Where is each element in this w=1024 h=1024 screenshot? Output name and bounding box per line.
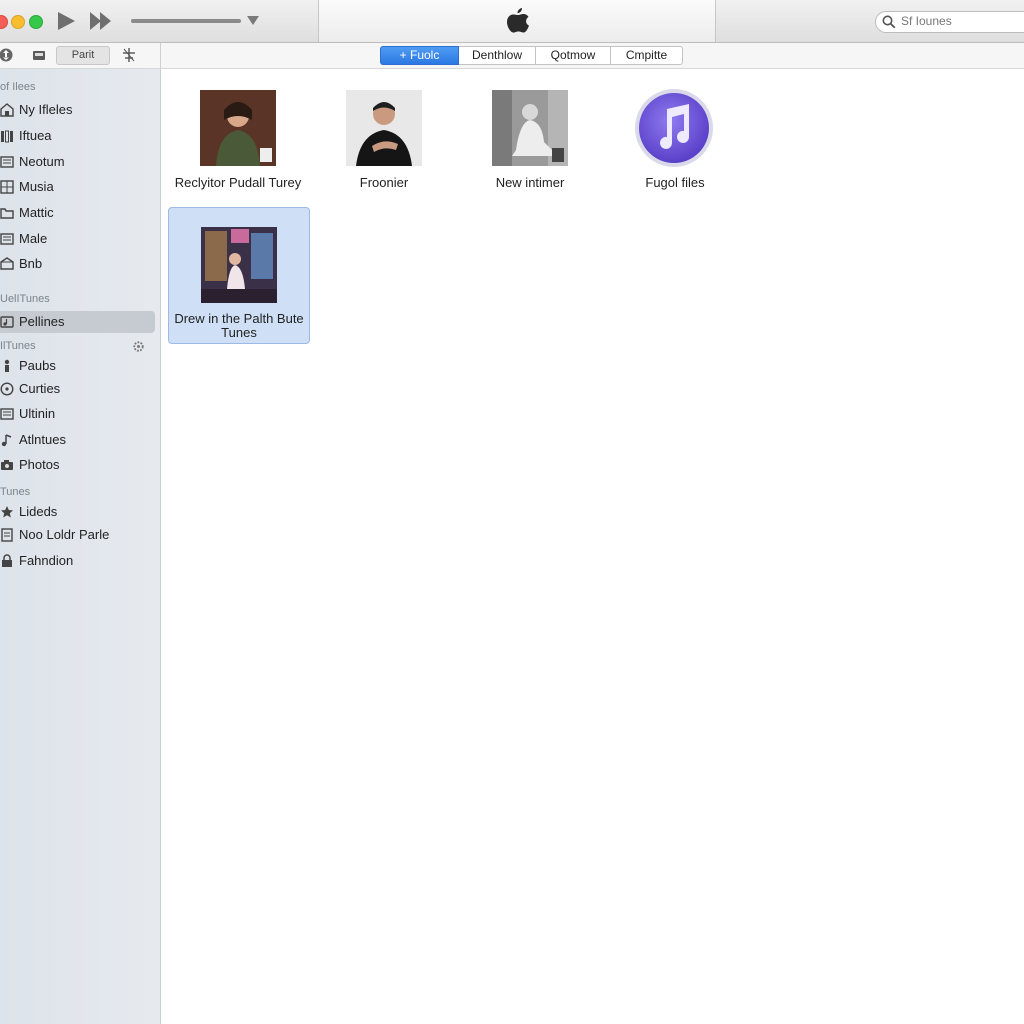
album-artwork <box>346 90 422 166</box>
album-tile[interactable]: Fugol files <box>605 89 745 200</box>
apple-logo-icon <box>507 8 529 33</box>
album-tile[interactable]: New intimer <box>460 90 600 200</box>
sidebar-item[interactable]: Fahndion <box>0 550 155 572</box>
volume-knob[interactable] <box>247 16 259 25</box>
star-icon <box>1 506 13 518</box>
disc-icon <box>0 382 14 396</box>
sidebar-item[interactable]: Ultinin <box>0 403 155 425</box>
sidebar-item[interactable]: Curties <box>0 378 155 400</box>
zoom-window-button[interactable] <box>29 15 43 29</box>
sidebar-item-label: Atlntues <box>19 432 66 447</box>
album-artwork <box>201 227 277 303</box>
now-playing-display <box>318 0 716 42</box>
sidebar-toolbar: Parit <box>0 43 161 68</box>
title-bar <box>0 0 1024 43</box>
sidebar-item[interactable]: Atlntues <box>0 429 155 451</box>
lock-icon <box>2 554 12 567</box>
search-field[interactable] <box>875 11 1024 33</box>
sidebar-item-label: Neotum <box>19 154 65 169</box>
sidebar-item-label: Pellines <box>19 314 65 329</box>
search-input[interactable] <box>901 13 1021 29</box>
tab-cmpitte[interactable]: Cmpitte <box>611 46 683 65</box>
tab-music[interactable]: + Fuolc <box>380 46 459 65</box>
fast-forward-icon[interactable] <box>90 12 112 30</box>
sidebar-item-label: Ultinin <box>19 406 56 421</box>
album-tile[interactable]: Reclyitor Pudall Turey <box>168 90 308 200</box>
sidebar-item[interactable]: Musia <box>0 176 155 198</box>
display-icon[interactable] <box>31 47 47 63</box>
folder-icon <box>0 208 14 219</box>
list-icon <box>0 233 14 245</box>
library-icon <box>0 103 14 117</box>
sidebar-item-label: Fahndion <box>19 553 74 568</box>
close-window-button[interactable] <box>0 15 8 29</box>
shelf-icon <box>1 130 13 143</box>
grid-icon <box>0 180 14 194</box>
album-tile[interactable]: Froonier <box>314 90 454 200</box>
sidebar-item-label: Noo Loldr Parle <box>19 527 110 542</box>
album-title: Fugol files <box>645 175 705 190</box>
sidebar-item-label: Paubs <box>19 358 56 373</box>
sidebar-section-header: of Ilees <box>0 81 36 93</box>
sidebar-item[interactable]: Lideds <box>0 501 155 523</box>
album-artwork <box>492 90 568 166</box>
volume-slider[interactable] <box>131 19 241 23</box>
tab-qotmow[interactable]: Qotmow <box>536 46 611 65</box>
album-tile-selected[interactable]: Drew in the Palth Bute Tunes <box>168 207 310 344</box>
camera-icon <box>1 460 13 470</box>
sidebar-item-label: Musia <box>19 179 54 194</box>
album-title: New intimer <box>495 175 565 190</box>
list-icon <box>0 156 14 168</box>
sidebar-item[interactable]: Bnb <box>0 253 155 275</box>
sidebar-item-selected[interactable]: Pellines <box>0 311 155 333</box>
doc-icon <box>1 528 13 542</box>
sidebar-item[interactable]: Male <box>0 228 155 250</box>
sidebar-item-label: Curties <box>19 381 61 396</box>
sidebar-item-label: Mattic <box>19 205 54 220</box>
sidebar-item-label: Bnb <box>19 256 43 271</box>
equalizer-icon[interactable] <box>121 47 137 63</box>
sync-icon[interactable] <box>0 47 14 63</box>
playlist-icon <box>0 316 14 328</box>
sidebar-item[interactable]: Ny Ifleles <box>0 99 155 121</box>
sidebar-item[interactable]: Paubs <box>0 355 155 377</box>
search-icon <box>882 15 896 29</box>
sidebar-item[interactable]: Photos <box>0 454 155 476</box>
album-artwork <box>200 90 276 166</box>
sidebar-item[interactable]: Iftuea <box>0 125 155 147</box>
sidebar-section-header: UelITunes <box>0 293 50 305</box>
sidebar-section-header: IlTunes <box>0 340 36 352</box>
sidebar-item-label: Iftuea <box>19 128 52 143</box>
note-icon <box>1 434 12 447</box>
sidebar-item-label: Lideds <box>19 504 58 519</box>
tab-denthlow[interactable]: Denthlow <box>459 46 536 65</box>
play-icon[interactable] <box>58 12 75 30</box>
toolbar: Parit + Fuolc Denthlow Qotmow Cmpitte <box>0 43 1024 69</box>
gear-icon[interactable] <box>133 341 144 352</box>
itunes-music-icon <box>635 89 713 167</box>
person-icon <box>4 359 10 372</box>
sidebar-item[interactable]: Mattic <box>0 202 155 224</box>
album-title: Reclyitor Pudall Turey <box>174 175 302 190</box>
part-button[interactable]: Parit <box>56 46 110 65</box>
minimize-window-button[interactable] <box>11 15 25 29</box>
album-title: Drew in the Palth Bute Tunes <box>174 311 304 340</box>
sidebar-item-label: Male <box>19 231 48 246</box>
sidebar: of Ilees Ny Ifleles Iftuea Neotum Musia … <box>0 69 161 1024</box>
sidebar-item[interactable]: Neotum <box>0 151 155 173</box>
sidebar-section-header: Tunes <box>0 486 31 498</box>
view-segmented-control: + Fuolc Denthlow Qotmow Cmpitte <box>380 46 683 65</box>
list-icon <box>0 408 14 420</box>
sidebar-item[interactable]: Noo Loldr Parle <box>0 524 155 546</box>
sidebar-item-label: Ny Ifleles <box>19 102 73 117</box>
box-icon <box>0 257 14 270</box>
album-title: Froonier <box>359 175 409 190</box>
sidebar-item-label: Photos <box>19 457 60 472</box>
